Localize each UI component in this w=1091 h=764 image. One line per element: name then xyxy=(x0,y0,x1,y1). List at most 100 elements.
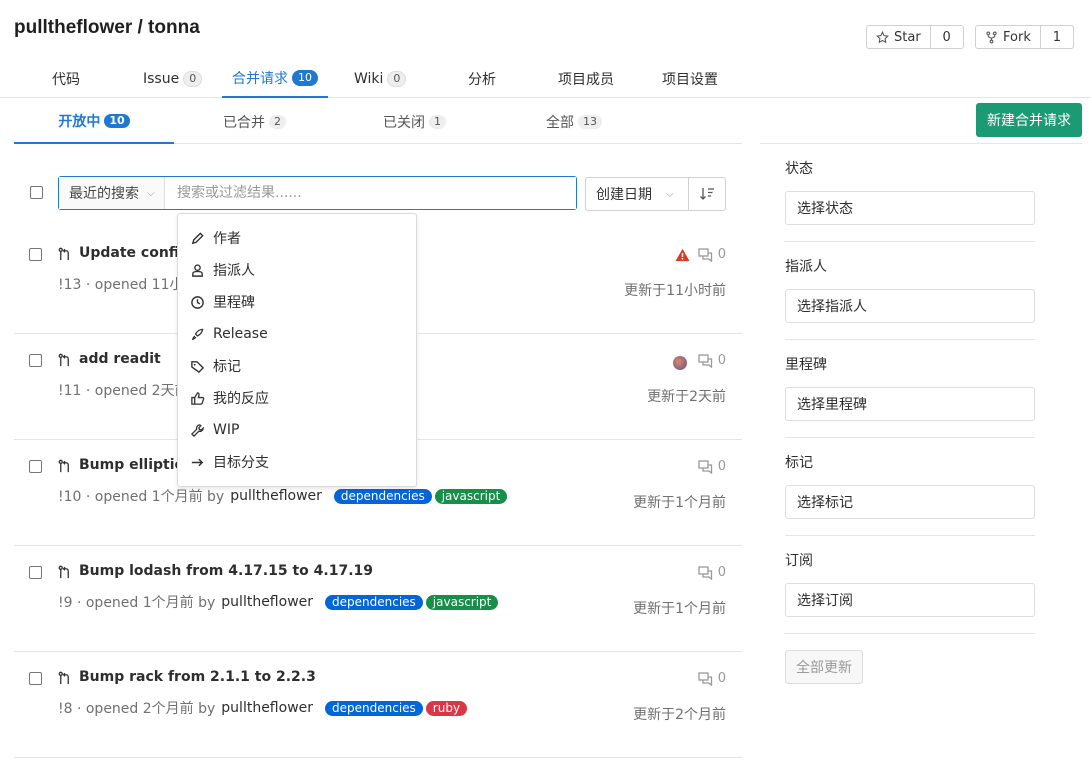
fork-count[interactable]: 1 xyxy=(1041,26,1073,48)
milestone-select[interactable]: 选择里程碑 xyxy=(785,387,1035,421)
label-badge[interactable]: dependencies xyxy=(325,700,423,716)
tab-closed-count: 1 xyxy=(429,115,446,129)
sort-direction-button[interactable] xyxy=(688,177,726,211)
mr-list-item[interactable]: Bump lodash from 4.17.15 to 4.17.19 !9 ·… xyxy=(14,546,742,652)
mr-comments[interactable]: 0 xyxy=(698,353,726,368)
status-select[interactable]: 选择状态 xyxy=(785,191,1035,225)
nav-issue[interactable]: Issue 0 xyxy=(143,60,203,98)
mr-comment-count: 0 xyxy=(717,247,726,262)
merge-request-icon xyxy=(58,247,69,261)
sidebar-status-heading: 状态 xyxy=(785,161,813,177)
subscription-select[interactable]: 选择订阅 xyxy=(785,583,1035,617)
avatar[interactable] xyxy=(673,356,687,370)
divider xyxy=(785,633,1035,634)
mr-checkbox[interactable] xyxy=(29,566,42,579)
search-input[interactable] xyxy=(165,177,576,209)
label-select[interactable]: 选择标记 xyxy=(785,485,1035,519)
divider xyxy=(785,241,1035,242)
mr-checkbox[interactable] xyxy=(29,460,42,473)
mr-comments[interactable]: 0 xyxy=(698,671,726,686)
mr-author[interactable]: pulltheflower xyxy=(221,594,313,610)
mr-meta: !9 · opened 1个月前 by pulltheflower depend… xyxy=(58,592,499,612)
filter-option-milestone[interactable]: 里程碑 xyxy=(190,290,255,314)
fork-button[interactable]: Fork 1 xyxy=(975,25,1074,49)
warning-icon[interactable] xyxy=(675,248,690,262)
mr-author[interactable]: pulltheflower xyxy=(230,488,322,504)
divider xyxy=(785,437,1035,438)
sidebar-milestone-heading: 里程碑 xyxy=(785,357,827,373)
tab-all-label: 全部 xyxy=(546,115,574,131)
label-badge[interactable]: dependencies xyxy=(333,488,432,504)
nav-code-label: 代码 xyxy=(52,72,80,88)
comments-icon xyxy=(698,459,712,474)
tab-all-count: 13 xyxy=(578,115,602,129)
mr-checkbox[interactable] xyxy=(29,354,42,367)
mr-comment-count: 0 xyxy=(717,671,726,686)
merge-request-icon xyxy=(58,353,69,367)
star-icon xyxy=(876,30,889,43)
new-merge-request-button[interactable]: 新建合并请求 xyxy=(976,103,1082,137)
mr-updated: 更新于1个月前 xyxy=(633,601,726,617)
nav-members[interactable]: 项目成员 xyxy=(558,60,614,98)
filter-option-release[interactable]: Release xyxy=(190,322,268,346)
star-count[interactable]: 0 xyxy=(931,26,963,48)
filter-option-target-branch[interactable]: 目标分支 xyxy=(190,450,269,474)
sort-label: 创建日期 xyxy=(596,187,652,203)
tab-open-count: 10 xyxy=(104,114,130,128)
nav-settings[interactable]: 项目设置 xyxy=(662,60,718,98)
sort-direction-icon xyxy=(700,188,714,200)
mr-title[interactable]: Bump rack from 2.1.1 to 2.2.3 xyxy=(79,669,316,685)
mr-title[interactable]: Bump lodash from 4.17.15 to 4.17.19 xyxy=(79,563,373,579)
recent-searches-label: 最近的搜索 xyxy=(69,186,139,202)
mr-list-item[interactable]: Bump rack from 2.1.1 to 2.2.3 !8 · opene… xyxy=(14,652,742,758)
mr-title[interactable]: add readit xyxy=(79,351,161,367)
mr-meta-text: !10 · opened 1个月前 by xyxy=(58,489,225,505)
filter-option-label[interactable]: 标记 xyxy=(190,354,241,378)
tab-open[interactable]: 开放中 10 xyxy=(14,100,174,144)
tab-open-label: 开放中 xyxy=(58,114,101,130)
mr-comments[interactable]: 0 xyxy=(698,247,726,262)
recent-searches-dropdown[interactable]: 最近的搜索 ⌵ xyxy=(59,177,165,209)
nav-settings-label: 项目设置 xyxy=(662,72,718,88)
mr-author[interactable]: pulltheflower xyxy=(221,700,313,716)
label-badge[interactable]: javascript xyxy=(425,594,499,610)
mr-comments[interactable]: 0 xyxy=(698,459,726,474)
rocket-icon xyxy=(191,328,204,340)
filter-option-assignee[interactable]: 指派人 xyxy=(190,258,255,282)
mr-state-tabs: 开放中 10 已合并 2 已关闭 1 全部 13 xyxy=(14,100,742,144)
filter-option-wip[interactable]: WIP xyxy=(190,418,239,442)
label-badge[interactable]: javascript xyxy=(434,488,508,504)
nav-wiki[interactable]: Wiki 0 xyxy=(354,60,407,98)
filter-option-my-reaction[interactable]: 我的反应 xyxy=(190,386,269,410)
star-label: Star xyxy=(894,29,921,45)
mr-meta: !8 · opened 2个月前 by pulltheflower depend… xyxy=(58,698,468,718)
tab-all[interactable]: 全部 13 xyxy=(546,100,602,144)
tab-closed[interactable]: 已关闭 1 xyxy=(383,100,446,144)
update-all-button[interactable]: 全部更新 xyxy=(785,650,863,684)
mr-comment-count: 0 xyxy=(717,353,726,368)
label-badge[interactable]: ruby xyxy=(425,700,468,716)
tag-icon xyxy=(191,360,205,373)
nav-wiki-count: 0 xyxy=(387,71,407,87)
filter-option-author[interactable]: 作者 xyxy=(190,226,241,250)
filter-option-label: 作者 xyxy=(213,231,241,247)
nav-members-label: 项目成员 xyxy=(558,72,614,88)
nav-analytics[interactable]: 分析 xyxy=(468,60,496,98)
mr-updated: 更新于2个月前 xyxy=(633,707,726,723)
nav-code[interactable]: 代码 xyxy=(52,60,80,98)
mr-comments[interactable]: 0 xyxy=(698,565,726,580)
assignee-select[interactable]: 选择指派人 xyxy=(785,289,1035,323)
star-button[interactable]: Star 0 xyxy=(866,25,964,49)
tab-merged[interactable]: 已合并 2 xyxy=(223,100,286,144)
user-icon xyxy=(192,263,203,277)
divider xyxy=(760,143,1082,144)
mr-checkbox[interactable] xyxy=(29,672,42,685)
select-all-checkbox[interactable] xyxy=(30,186,43,199)
mr-comment-count: 0 xyxy=(717,565,726,580)
sort-dropdown[interactable]: 创建日期 ⌵ xyxy=(585,177,689,211)
filter-option-label: Release xyxy=(213,326,268,342)
nav-merge-requests[interactable]: 合并请求 10 xyxy=(222,60,328,98)
mr-checkbox[interactable] xyxy=(29,248,42,261)
label-badge[interactable]: dependencies xyxy=(325,594,423,610)
nav-issue-count: 0 xyxy=(183,71,203,87)
